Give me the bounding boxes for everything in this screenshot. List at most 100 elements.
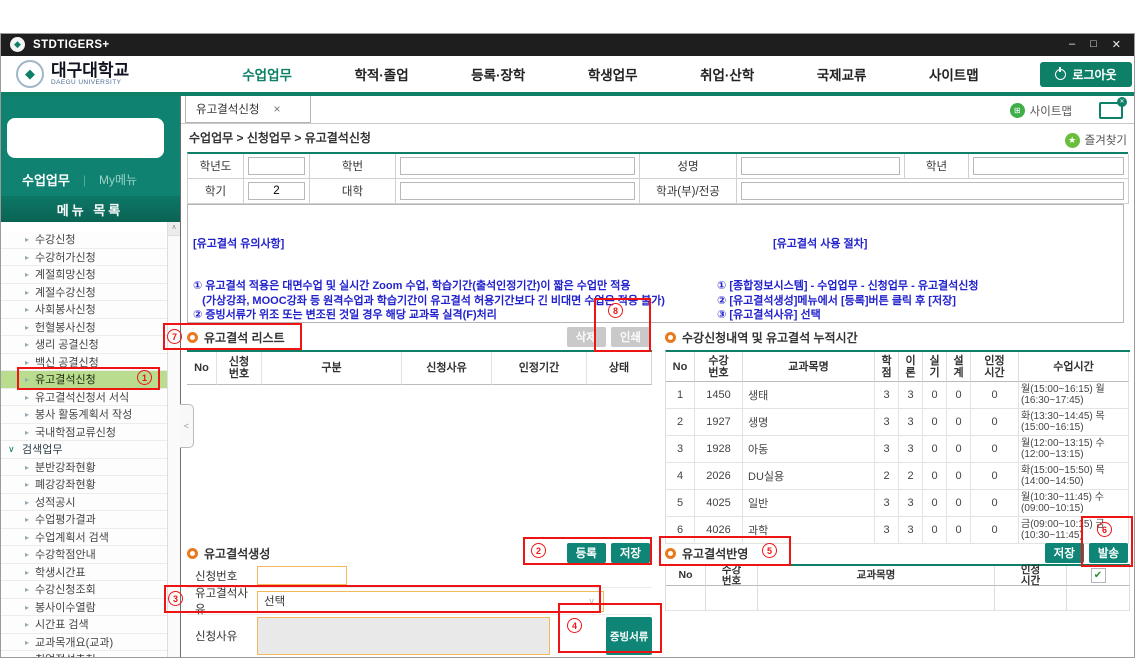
sidebar-menu-item[interactable]: 봉사이수열람 <box>0 599 167 617</box>
save-button[interactable]: 저장 <box>611 543 650 563</box>
close-icon[interactable]: ✕ <box>1112 38 1121 51</box>
sidebar-menu-item[interactable]: 수업계획서 검색 <box>0 529 167 547</box>
nav-item[interactable]: 국제교류 <box>817 64 867 84</box>
sidebar-menu-item[interactable]: 사회봉사신청 <box>0 301 167 319</box>
cell-course-no: 2026 <box>695 463 743 490</box>
sidebar-menu-item[interactable]: 폐강강좌현황 <box>0 476 167 494</box>
cell-course-name: 생명 <box>743 409 875 436</box>
maximize-icon[interactable]: □ <box>1090 38 1097 51</box>
sidebar-menu-item[interactable]: 유고결석신청서 서식 <box>0 389 167 407</box>
sidebar-info-box <box>7 118 164 158</box>
cell-design: 0 <box>947 409 971 436</box>
sitemap-icon: ⊞ <box>1010 103 1025 118</box>
nav-item[interactable]: 등록·장학 <box>471 64 525 84</box>
cell-recognized-hours: 0 <box>971 436 1019 463</box>
sidebar-menu-item[interactable]: 봉사 활동계획서 작성 <box>0 406 167 424</box>
dept-input[interactable] <box>741 182 1124 200</box>
register-button[interactable]: 등록 <box>567 543 606 563</box>
sidebar-menu-item[interactable]: 수강신청 <box>0 231 167 249</box>
student-id-input[interactable] <box>400 157 635 175</box>
sidebar-menu-item[interactable]: 성적공시 <box>0 494 167 512</box>
print-button[interactable]: 인쇄 <box>611 327 650 347</box>
sidebar: 수업업무 | My메뉴 메뉴 목록 수강신청 수강허가신청 계절희망신청 계 <box>0 96 180 658</box>
column-header: 수업시간 <box>1019 352 1129 382</box>
cell-practice: 0 <box>923 409 947 436</box>
logout-button[interactable]: 로그아웃 <box>1040 62 1132 87</box>
sidebar-menu-item[interactable]: 검색업무 <box>0 441 167 459</box>
cell-course-name: 일반 <box>743 490 875 517</box>
course-table: No 수강 번호 교과목명 학 점 이 론 실 기 설 계 인정 시간 수업시간… <box>665 350 1130 544</box>
year-input[interactable] <box>248 157 305 175</box>
sidebar-menu-item[interactable]: 수강신청조회 <box>0 581 167 599</box>
sidebar-menu-item[interactable]: 계절희망신청 <box>0 266 167 284</box>
sidebar-tab-lecture[interactable]: 수업업무 <box>22 170 70 189</box>
sidebar-menu-item[interactable]: 계절수강신청 <box>0 284 167 302</box>
sidebar-menu-item[interactable]: 수업평가결과 <box>0 511 167 529</box>
nav-item[interactable]: 사이트맵 <box>929 64 979 84</box>
sidebar-menu-item[interactable]: 교과목개요(교과) <box>0 634 167 652</box>
cell-class-time: 월(12:00~13:15) 수(12:00~13:15) <box>1019 436 1129 463</box>
sidebar-menu-item-label: 봉사이수열람 <box>35 599 96 615</box>
sidebar-scrollbar[interactable]: ∧ <box>167 222 180 658</box>
cell-practice: 0 <box>923 517 947 544</box>
sidebar-collapse-handle[interactable]: < <box>180 404 194 448</box>
sidebar-menu-item[interactable]: 취업적성추천 <box>0 651 167 658</box>
grade-input[interactable] <box>973 157 1124 175</box>
sidebar-menu-item[interactable]: 분반강좌현황 <box>0 459 167 477</box>
sidebar-menu-item[interactable]: 국내학점교류신청 <box>0 424 167 442</box>
column-header: 인정기간 <box>492 352 587 385</box>
minimize-icon[interactable]: – <box>1069 38 1075 51</box>
evidence-button[interactable]: 증빙서류 <box>606 617 652 655</box>
nav-item[interactable]: 학생업무 <box>588 64 638 84</box>
sidebar-tab-mymenu[interactable]: My메뉴 <box>99 171 137 188</box>
main-nav: 수업업무 학적·졸업 등록·장학 학생업무 취업·산학 국제교류 사이트맵 <box>191 64 1040 84</box>
sidebar-menu-item-label: 시간표 검색 <box>35 616 89 632</box>
favorite-label: 즐겨찾기 <box>1085 132 1127 148</box>
column-header: 학 점 <box>875 352 899 382</box>
column-header: 수강 번호 <box>706 566 758 586</box>
favorite-button[interactable]: ★ 즐겨찾기 <box>1065 132 1127 148</box>
sidebar-menu-item[interactable]: 시간표 검색 <box>0 616 167 634</box>
select-all-checkbox[interactable]: ✔ <box>1091 568 1106 583</box>
sidebar-menu-item[interactable]: 유고결석신청 <box>0 371 167 389</box>
name-input[interactable] <box>741 157 900 175</box>
nav-item[interactable]: 수업업무 <box>242 64 292 84</box>
power-icon <box>1055 69 1066 80</box>
send-button[interactable]: 발송 <box>1089 543 1128 563</box>
cell-credit: 3 <box>875 409 899 436</box>
sidebar-menu-item[interactable]: 생리 공결신청 <box>0 336 167 354</box>
sidebar-menu-item[interactable]: 학생시간표 <box>0 564 167 582</box>
sidebar-menu-item[interactable]: 헌혈봉사신청 <box>0 319 167 337</box>
close-all-windows-icon[interactable] <box>1099 102 1123 119</box>
sidebar-menu-item[interactable]: 백신 공결신청 <box>0 354 167 372</box>
nav-item[interactable]: 학적·졸업 <box>354 64 408 84</box>
cell-no: 1 <box>666 382 695 409</box>
tab-absence-application[interactable]: 유고결석신청 × <box>185 96 311 123</box>
application-no-input[interactable] <box>257 566 347 585</box>
cell-recognized-hours: 0 <box>971 463 1019 490</box>
sidebar-menu-item-label: 수업계획서 검색 <box>35 529 109 545</box>
absence-reason-select[interactable]: 선택 ∨ <box>257 591 604 612</box>
notice-line: ④ [증빙서류]선택 후 파일 업로드 - 저장 클릭 <box>717 322 1123 323</box>
cell-practice: 0 <box>923 463 947 490</box>
sitemap-link[interactable]: ⊞ 사이트맵 <box>1010 103 1072 119</box>
nav-item[interactable]: 취업·산학 <box>700 64 754 84</box>
sidebar-menu-item-label: 취업적성추천 <box>35 651 96 658</box>
cell-design: 0 <box>947 463 971 490</box>
term-input[interactable] <box>248 182 305 200</box>
cell-class-time: 금(09:00~10:15) 금(10:30~11:45) <box>1019 517 1129 544</box>
absence-apply-table: No 수강 번호 교과목명 인정 시간 ✔ <box>665 564 1130 611</box>
sidebar-menu-item[interactable]: 수강허가신청 <box>0 249 167 267</box>
tab-close-icon[interactable]: × <box>273 102 280 116</box>
absence-list-title: 유고결석 리스트 <box>204 329 285 346</box>
application-reason-textarea[interactable] <box>257 617 550 655</box>
cell-theory: 3 <box>899 517 923 544</box>
absence-reason-select-value: 선택 <box>264 593 285 609</box>
delete-button[interactable]: 삭제 <box>567 327 606 347</box>
cell-theory: 3 <box>899 436 923 463</box>
apply-save-button[interactable]: 저장 <box>1045 543 1084 563</box>
sidebar-menu-item[interactable]: 수강학점안내 <box>0 546 167 564</box>
scroll-up-icon[interactable]: ∧ <box>168 222 180 236</box>
notice-box: [유고결석 유의사항] ① 유고결석 적용은 대면수업 및 실시간 Zoom 수… <box>187 204 1124 323</box>
college-input[interactable] <box>400 182 635 200</box>
